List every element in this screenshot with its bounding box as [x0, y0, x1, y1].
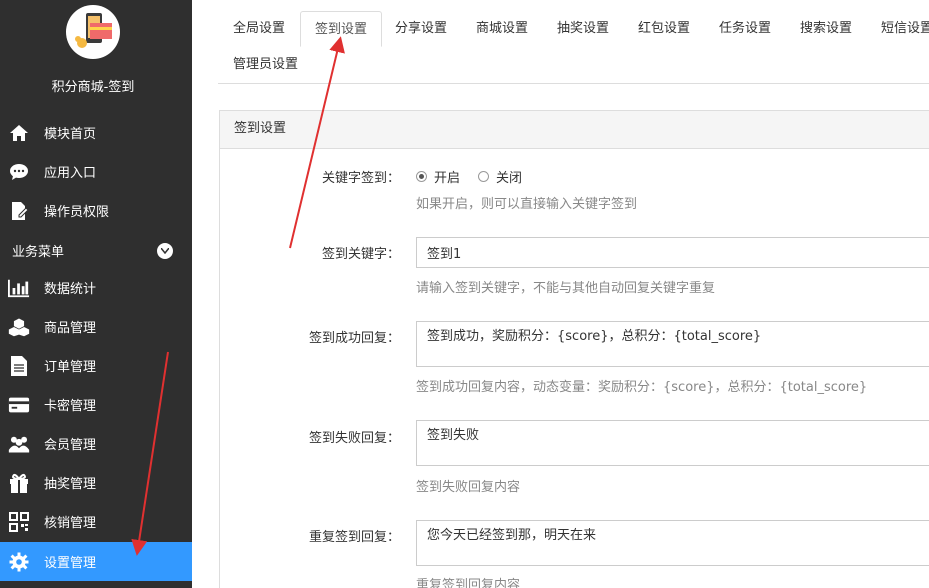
sidebar-item-label: 会员管理 [44, 438, 97, 453]
sidebar-item-label: 数据统计 [44, 282, 97, 297]
sidebar-item-statistics[interactable]: 数据统计 [0, 268, 192, 307]
repeat-reply-help: 重复签到回复内容 [416, 578, 521, 588]
chevron-down-icon[interactable] [157, 243, 173, 259]
sidebar: 积分商城-签到 模块首页 应用入口 操作员权限 业务菜单 数据统计 商品管理 订… [0, 0, 192, 588]
tab-search-settings[interactable]: 搜索设置 [786, 11, 866, 47]
tab-red-packet-settings[interactable]: 红包设置 [624, 11, 704, 47]
document-icon [8, 355, 30, 377]
credit-card-icon [8, 394, 30, 416]
sidebar-item-label: 卡密管理 [44, 399, 97, 414]
radio-off[interactable] [478, 171, 490, 182]
success-reply-help: 签到成功回复内容，动态变量：奖励积分：{score}，总积分：{total_sc… [416, 380, 868, 395]
sidebar-item-label: 模块首页 [44, 127, 97, 142]
tab-sms-settings[interactable]: 短信设置 [867, 11, 929, 47]
settings-tabs: 全局设置 签到设置 分享设置 商城设置 抽奖设置 红包设置 任务设置 搜索设置 … [218, 0, 929, 84]
fail-reply-label: 签到失败回复： [308, 431, 400, 446]
tab-global-settings[interactable]: 全局设置 [219, 11, 299, 47]
sidebar-item-card-keys[interactable]: 卡密管理 [0, 385, 192, 424]
app-logo [66, 5, 120, 59]
tab-admin-settings[interactable]: 管理员设置 [219, 47, 312, 83]
sidebar-item-members[interactable]: 会员管理 [0, 424, 192, 463]
fail-reply-textarea[interactable]: 签到失败 [416, 420, 929, 466]
users-icon [8, 433, 30, 455]
sidebar-item-goods[interactable]: 商品管理 [0, 307, 192, 346]
sidebar-item-lottery[interactable]: 抽奖管理 [0, 463, 192, 502]
home-icon [8, 122, 30, 144]
sign-keyword-help: 请输入签到关键字，不能与其他自动回复关键字重复 [416, 281, 716, 296]
sidebar-item-label: 商品管理 [44, 321, 97, 336]
panel-title: 签到设置 [220, 111, 929, 149]
tab-task-settings[interactable]: 任务设置 [705, 11, 785, 47]
sidebar-item-label: 核销管理 [44, 516, 97, 531]
sidebar-item-module-home[interactable]: 模块首页 [0, 113, 192, 152]
sidebar-item-settings[interactable]: 设置管理 [0, 542, 192, 581]
radio-off-label[interactable]: 关闭 [496, 167, 522, 186]
sidebar-item-label: 订单管理 [44, 360, 97, 375]
success-reply-textarea[interactable]: 签到成功，奖励积分：{score}，总积分：{total_score} [416, 321, 929, 367]
app-title: 积分商城-签到 [51, 80, 135, 95]
sidebar-item-label: 设置管理 [44, 556, 97, 571]
tab-share-settings[interactable]: 分享设置 [381, 11, 461, 47]
gear-icon [8, 551, 30, 573]
sidebar-item-label: 抽奖管理 [44, 477, 97, 492]
section-title-business-menu: 业务菜单 [12, 245, 65, 260]
success-reply-label: 签到成功回复： [308, 331, 400, 346]
keyword-sign-help: 如果开启，则可以直接输入关键字签到 [416, 197, 638, 212]
sidebar-item-app-entry[interactable]: 应用入口 [0, 152, 192, 191]
fail-reply-help: 签到失败回复内容 [416, 480, 521, 495]
tab-mall-settings[interactable]: 商城设置 [462, 11, 542, 47]
repeat-reply-label: 重复签到回复： [308, 530, 400, 545]
gift-icon [8, 472, 30, 494]
sign-keyword-label: 签到关键字： [321, 247, 400, 262]
edit-document-icon [8, 200, 30, 222]
chat-bubble-icon [8, 161, 30, 183]
sidebar-item-operator-permission[interactable]: 操作员权限 [0, 191, 192, 230]
sign-keyword-input[interactable] [416, 237, 929, 268]
qrcode-icon [8, 511, 30, 533]
tab-sign-in-settings[interactable]: 签到设置 [300, 11, 383, 47]
sidebar-item-label: 应用入口 [44, 166, 97, 181]
radio-on[interactable] [416, 171, 427, 182]
keyword-sign-label: 关键字签到： [321, 171, 400, 186]
sidebar-item-orders[interactable]: 订单管理 [0, 346, 192, 385]
tab-lottery-settings[interactable]: 抽奖设置 [543, 11, 623, 47]
cubes-icon [8, 316, 30, 338]
sidebar-item-label: 操作员权限 [44, 205, 110, 220]
radio-on-label[interactable]: 开启 [434, 167, 460, 186]
sidebar-item-verification[interactable]: 核销管理 [0, 502, 192, 541]
keyword-sign-radio-group: 开启 关闭 [416, 167, 522, 186]
bar-chart-icon [8, 277, 30, 299]
repeat-reply-textarea[interactable]: 您今天已经签到那，明天在来 [416, 520, 929, 566]
